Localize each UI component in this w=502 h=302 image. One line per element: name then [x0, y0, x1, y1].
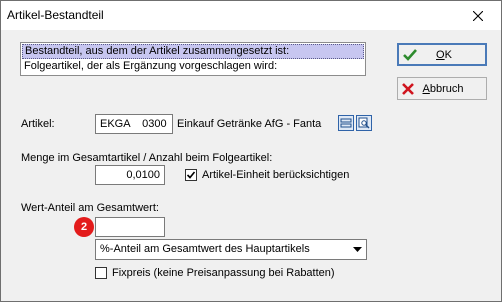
ok-label: K — [444, 48, 452, 61]
menge-label: Menge im Gesamtartikel / Anzahl beim Fol… — [21, 152, 273, 164]
artikel-label: Artikel: — [21, 118, 55, 130]
menge-field[interactable]: 0,0100 — [95, 165, 165, 185]
type-listbox[interactable]: Bestandteil, aus dem der Artikel zusamme… — [20, 42, 366, 76]
artikel-code-field[interactable]: EKGA 0300 — [95, 114, 173, 134]
close-icon — [473, 10, 483, 21]
checkmark-icon — [403, 48, 417, 61]
annotation-badge-2: 2 — [74, 217, 94, 237]
fixpreis-label: Fixpreis (keine Preisanpassung bei Rabat… — [112, 267, 335, 279]
chevron-down-icon[interactable] — [349, 240, 366, 259]
cancel-x-icon — [402, 82, 414, 95]
ok-button[interactable]: OK — [397, 43, 487, 66]
wert-type-value: %-Anteil am Gesamtwert des Hauptartikels — [100, 243, 310, 255]
list-icon — [340, 118, 352, 128]
close-button[interactable] — [455, 1, 501, 30]
wert-type-select[interactable]: %-Anteil am Gesamtwert des Hauptartikels — [95, 239, 367, 260]
wert-field[interactable] — [95, 217, 165, 237]
dialog-window: Artikel-Bestandteil Bestandteil, aus dem… — [0, 0, 502, 302]
abbruch-mnemonic: A — [422, 82, 430, 95]
wert-label: Wert-Anteil am Gesamtwert: — [21, 202, 159, 214]
list-item-folgeartikel[interactable]: Folgeartikel, der als Ergänzung vorgesch… — [21, 59, 365, 73]
fixpreis-checkbox[interactable] — [95, 267, 107, 279]
window-title: Artikel-Bestandteil — [7, 8, 104, 22]
checkmark-icon — [186, 171, 196, 179]
ok-mnemonic: O — [436, 48, 445, 61]
search-icon — [358, 117, 370, 129]
artikel-description: Einkauf Getränke AfG - Fanta — [177, 118, 322, 130]
abbruch-label: bbruch — [429, 82, 464, 95]
list-lookup-button[interactable] — [338, 115, 354, 131]
list-item-bestandteil[interactable]: Bestandteil, aus dem der Artikel zusamme… — [22, 44, 364, 59]
artikel-einheit-checkbox[interactable] — [185, 169, 197, 181]
artikel-einheit-label: Artikel-Einheit berücksichtigen — [202, 169, 350, 181]
search-lookup-button[interactable] — [356, 115, 372, 131]
abbruch-button[interactable]: Abbruch — [397, 77, 487, 100]
title-bar: Artikel-Bestandteil — [1, 1, 501, 30]
